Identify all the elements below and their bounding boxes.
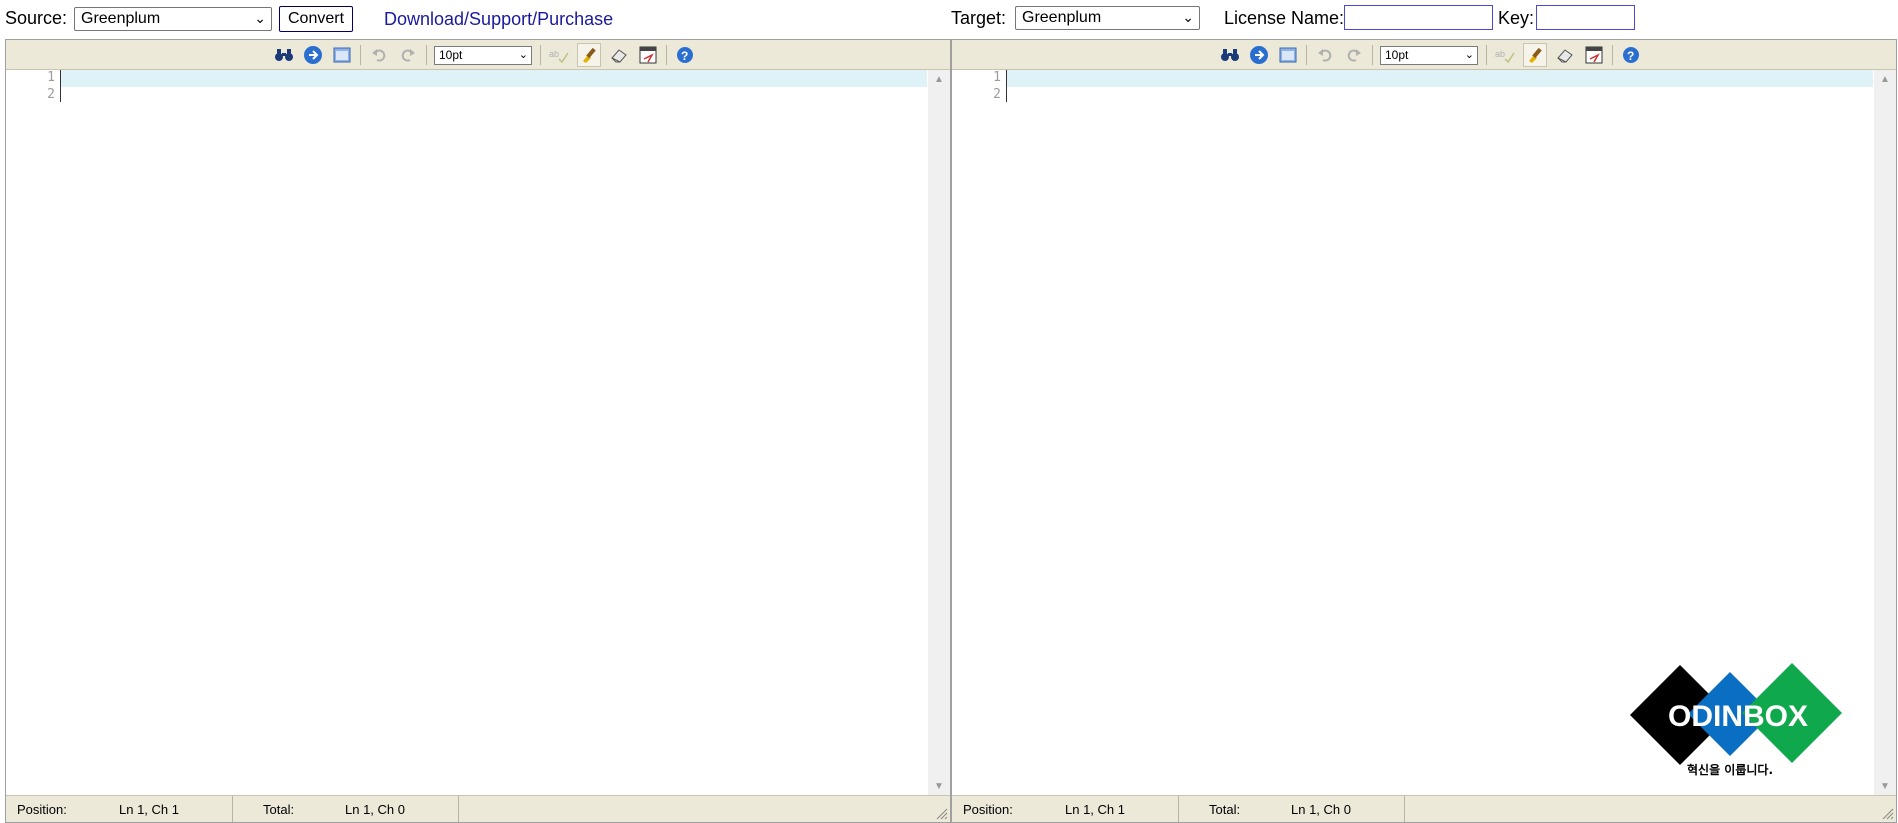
goto-line-icon[interactable] bbox=[1248, 44, 1270, 66]
redo-icon[interactable] bbox=[397, 44, 419, 66]
search-icon[interactable] bbox=[273, 44, 295, 66]
current-line-highlight bbox=[1007, 70, 1873, 87]
font-size-select[interactable]: 10pt ⌄ bbox=[1380, 45, 1478, 65]
toolbar-separator bbox=[1372, 45, 1373, 65]
undo-icon[interactable] bbox=[1314, 44, 1336, 66]
syntax-icon[interactable] bbox=[637, 44, 659, 66]
editor-toolbar: 10pt ⌄ ab ? bbox=[6, 40, 950, 70]
font-size-value: 10pt bbox=[439, 47, 463, 62]
status-divider bbox=[458, 796, 459, 822]
position-label: Position: bbox=[17, 802, 67, 817]
toolbar-separator bbox=[360, 45, 361, 65]
source-select-value: Greenplum bbox=[81, 10, 161, 27]
syntax-icon[interactable] bbox=[1583, 44, 1605, 66]
logo-brand-text: ODINBOX bbox=[1668, 700, 1808, 733]
key-label: Key: bbox=[1498, 8, 1535, 28]
vertical-scrollbar[interactable]: ▲ ▼ bbox=[928, 70, 950, 796]
text-cursor bbox=[60, 70, 61, 102]
highlight-icon[interactable] bbox=[1523, 43, 1547, 67]
logo-tagline: 혁신을 이룹니다. bbox=[1687, 762, 1773, 777]
undo-icon[interactable] bbox=[368, 44, 390, 66]
text-cursor bbox=[1006, 70, 1007, 102]
toolbar-separator bbox=[426, 45, 427, 65]
font-size-select[interactable]: 10pt ⌄ bbox=[434, 45, 532, 65]
goto-line-icon[interactable] bbox=[302, 44, 324, 66]
download-support-purchase-link[interactable]: Download/Support/Purchase bbox=[384, 9, 613, 30]
redo-icon[interactable] bbox=[1343, 44, 1365, 66]
target-label: Target: bbox=[951, 8, 1007, 28]
status-bar: Position: Ln 1, Ch 1 Total: Ln 1, Ch 0 bbox=[952, 795, 1896, 822]
svg-text:ab: ab bbox=[549, 49, 559, 59]
source-select[interactable]: Greenplum ⌄ bbox=[74, 7, 272, 31]
resize-grip-icon[interactable] bbox=[936, 808, 948, 820]
svg-text:?: ? bbox=[681, 49, 688, 63]
toolbar-separator bbox=[540, 45, 541, 65]
target-select[interactable]: Greenplum ⌄ bbox=[1015, 6, 1200, 30]
license-name-input[interactable] bbox=[1344, 5, 1493, 30]
svg-text:ab: ab bbox=[1495, 49, 1505, 59]
line-number: 2 bbox=[993, 87, 1001, 102]
position-value: Ln 1, Ch 1 bbox=[119, 802, 179, 817]
line-number-gutter: 1 2 bbox=[952, 70, 1004, 796]
convert-button[interactable]: Convert bbox=[279, 6, 353, 32]
position-value: Ln 1, Ch 1 bbox=[1065, 802, 1125, 817]
fullscreen-icon[interactable] bbox=[1277, 44, 1299, 66]
editor-toolbar: 10pt ⌄ ab ? bbox=[952, 40, 1896, 70]
key-input[interactable] bbox=[1536, 5, 1635, 30]
search-icon[interactable] bbox=[1219, 44, 1241, 66]
scroll-up-arrow-icon[interactable]: ▲ bbox=[1874, 74, 1896, 85]
reset-icon[interactable] bbox=[608, 44, 630, 66]
source-editor-pane: 10pt ⌄ ab ? 1 2 ▲ ▼ Position: Ln 1, Ch 1… bbox=[5, 39, 951, 823]
odinbox-logo: ODINBOX 혁신을 이룹니다. bbox=[1630, 663, 1842, 777]
help-icon[interactable]: ? bbox=[1620, 44, 1642, 66]
toolbar-separator bbox=[1306, 45, 1307, 65]
chevron-down-icon: ⌄ bbox=[1464, 48, 1474, 61]
scroll-down-arrow-icon[interactable]: ▼ bbox=[1874, 781, 1896, 792]
fullscreen-icon[interactable] bbox=[331, 44, 353, 66]
toolbar-separator bbox=[666, 45, 667, 65]
total-label: Total: bbox=[263, 802, 295, 817]
chevron-down-icon: ⌄ bbox=[254, 10, 266, 26]
position-label: Position: bbox=[963, 802, 1013, 817]
font-size-value: 10pt bbox=[1385, 47, 1409, 62]
toolbar-separator bbox=[1612, 45, 1613, 65]
target-select-value: Greenplum bbox=[1022, 9, 1102, 26]
total-value: Ln 1, Ch 0 bbox=[345, 802, 405, 817]
status-divider bbox=[1404, 796, 1405, 822]
toolbar-separator bbox=[1486, 45, 1487, 65]
status-bar: Position: Ln 1, Ch 1 Total: Ln 1, Ch 0 bbox=[6, 795, 950, 822]
highlight-icon[interactable] bbox=[577, 43, 601, 67]
reset-icon[interactable] bbox=[1554, 44, 1576, 66]
help-icon[interactable]: ? bbox=[674, 44, 696, 66]
vertical-scrollbar[interactable]: ▲ ▼ bbox=[1874, 70, 1896, 796]
source-label: Source: bbox=[5, 8, 68, 28]
chevron-down-icon: ⌄ bbox=[518, 48, 528, 61]
status-divider bbox=[232, 796, 233, 822]
status-divider bbox=[1178, 796, 1179, 822]
svg-text:?: ? bbox=[1627, 49, 1634, 63]
scroll-down-arrow-icon[interactable]: ▼ bbox=[928, 781, 950, 792]
total-label: Total: bbox=[1209, 802, 1241, 817]
current-line-highlight bbox=[61, 70, 927, 87]
license-name-label: License Name: bbox=[1224, 8, 1345, 28]
spell-check-icon[interactable]: ab bbox=[548, 44, 570, 66]
line-number: 2 bbox=[47, 87, 55, 102]
chevron-down-icon: ⌄ bbox=[1182, 9, 1194, 25]
line-number: 1 bbox=[993, 70, 1001, 85]
scroll-up-arrow-icon[interactable]: ▲ bbox=[928, 74, 950, 85]
resize-grip-icon[interactable] bbox=[1882, 808, 1894, 820]
total-value: Ln 1, Ch 0 bbox=[1291, 802, 1351, 817]
line-number: 1 bbox=[47, 70, 55, 85]
spell-check-icon[interactable]: ab bbox=[1494, 44, 1516, 66]
top-bar: Source: Greenplum ⌄ Convert Download/Sup… bbox=[0, 0, 1898, 38]
source-code-editor[interactable]: 1 2 ▲ ▼ bbox=[6, 70, 950, 796]
line-number-gutter: 1 2 bbox=[6, 70, 58, 796]
